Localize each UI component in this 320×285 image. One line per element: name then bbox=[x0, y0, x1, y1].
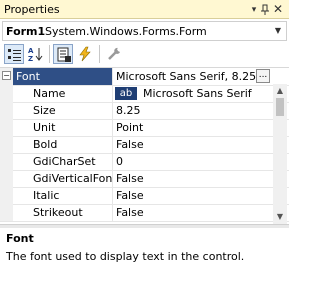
alphabetical-button[interactable]: A Z bbox=[26, 44, 46, 64]
property-value[interactable]: False bbox=[113, 136, 273, 153]
property-row-bold[interactable]: Bold False bbox=[0, 136, 289, 154]
grid-scrollbar[interactable]: ▲ ▼ bbox=[273, 84, 287, 224]
property-name: GdiVerticalFont bbox=[13, 170, 113, 187]
window-position-dropdown-icon[interactable]: ▾ bbox=[248, 4, 260, 16]
property-row-gdiverticalfont[interactable]: GdiVerticalFont False bbox=[0, 170, 289, 188]
properties-button[interactable] bbox=[53, 44, 73, 64]
property-value[interactable]: Microsoft Sans Serif bbox=[143, 85, 252, 102]
description-title: Font bbox=[6, 232, 34, 245]
property-grid: − Font Microsoft Sans Serif, 8.25pt ... … bbox=[0, 67, 289, 224]
row-gutter bbox=[0, 170, 13, 187]
scroll-up-icon[interactable]: ▲ bbox=[273, 84, 287, 98]
panel-title: Properties bbox=[4, 3, 60, 16]
events-button[interactable] bbox=[75, 44, 95, 64]
description-text: The font used to display text in the con… bbox=[6, 250, 245, 263]
property-pages-button[interactable] bbox=[104, 44, 124, 64]
property-row-italic[interactable]: Italic False bbox=[0, 187, 289, 205]
property-value[interactable]: 8.25 bbox=[113, 102, 273, 119]
property-value[interactable]: 0 bbox=[113, 153, 273, 170]
categorized-button[interactable] bbox=[4, 44, 24, 64]
property-name: Name bbox=[13, 85, 113, 102]
property-row-font[interactable]: − Font Microsoft Sans Serif, 8.25pt ... bbox=[0, 68, 289, 86]
property-row-size[interactable]: Size 8.25 bbox=[0, 102, 289, 120]
property-name: Size bbox=[13, 102, 113, 119]
toolbar-separator bbox=[99, 45, 100, 63]
object-type: System.Windows.Forms.Form bbox=[45, 25, 207, 38]
property-name: Unit bbox=[13, 119, 113, 136]
property-name: Italic bbox=[13, 187, 113, 204]
scroll-down-icon[interactable]: ▼ bbox=[273, 210, 287, 224]
row-gutter bbox=[0, 119, 13, 136]
row-gutter bbox=[0, 204, 13, 221]
object-name: Form1 bbox=[6, 25, 46, 38]
property-value[interactable]: Point bbox=[113, 119, 273, 136]
row-gutter bbox=[0, 187, 13, 204]
svg-text:Z: Z bbox=[28, 55, 33, 62]
collapse-icon[interactable]: − bbox=[2, 71, 11, 80]
row-gutter bbox=[0, 136, 13, 153]
font-preview-swatch: ab bbox=[115, 87, 137, 100]
description-pane: Font The font used to display text in th… bbox=[0, 228, 289, 285]
ellipsis-button[interactable]: ... bbox=[256, 69, 270, 83]
row-gutter bbox=[0, 153, 13, 170]
row-gutter: − bbox=[0, 68, 13, 85]
property-name: GdiCharSet bbox=[13, 153, 113, 170]
property-value[interactable]: False bbox=[113, 170, 273, 187]
properties-titlebar: Properties ▾ ✕ bbox=[0, 0, 289, 19]
close-icon[interactable]: ✕ bbox=[271, 2, 285, 16]
toolbar-separator bbox=[49, 45, 50, 63]
property-name: Strikeout bbox=[13, 204, 113, 221]
categorized-icon bbox=[8, 49, 21, 61]
property-value-font[interactable]: Microsoft Sans Serif, 8.25pt bbox=[113, 68, 256, 85]
scroll-thumb[interactable] bbox=[276, 98, 284, 116]
pin-icon[interactable] bbox=[260, 4, 270, 16]
chevron-down-icon[interactable]: ▼ bbox=[273, 24, 283, 38]
property-value[interactable]: False bbox=[113, 204, 273, 221]
properties-icon bbox=[57, 47, 71, 62]
property-row-name[interactable]: Name ab Microsoft Sans Serif bbox=[0, 85, 289, 103]
lightning-icon bbox=[79, 46, 91, 62]
svg-text:A: A bbox=[28, 47, 34, 55]
properties-toolbar: A Z bbox=[0, 42, 289, 66]
row-gutter bbox=[0, 85, 13, 102]
wrench-icon bbox=[108, 47, 120, 60]
property-value[interactable]: False bbox=[113, 187, 273, 204]
object-selector[interactable]: Form1 System.Windows.Forms.Form ▼ bbox=[2, 21, 287, 41]
property-row-gdicharset[interactable]: GdiCharSet 0 bbox=[0, 153, 289, 171]
property-name-font: Font bbox=[13, 68, 113, 85]
property-name: Bold bbox=[13, 136, 113, 153]
row-gutter bbox=[0, 102, 13, 119]
alphabetical-icon: A Z bbox=[28, 47, 43, 62]
property-row-strikeout[interactable]: Strikeout False bbox=[0, 204, 289, 222]
property-row-unit[interactable]: Unit Point bbox=[0, 119, 289, 137]
